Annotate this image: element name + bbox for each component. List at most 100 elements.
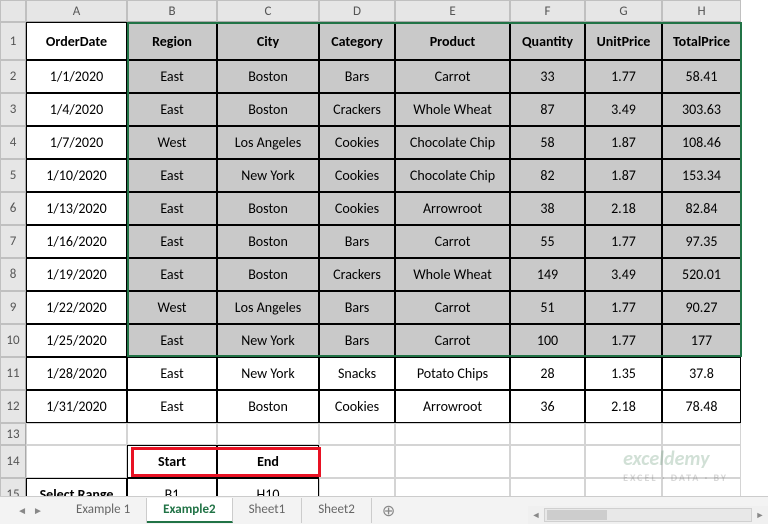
cell-F6[interactable]: 38 [510, 192, 585, 225]
cell-C9[interactable]: Los Angeles [217, 291, 319, 324]
sheet-tab-2[interactable]: Sheet1 [233, 498, 303, 523]
cell-A8[interactable]: 1/19/2020 [26, 258, 127, 291]
cell-G12[interactable]: 2.18 [585, 390, 662, 423]
cell-F8[interactable]: 149 [510, 258, 585, 291]
col-header-G[interactable]: G [585, 0, 662, 22]
header-cell-F[interactable]: Quantity [510, 22, 585, 60]
cell-B3[interactable]: East [127, 93, 217, 126]
row-header-1[interactable]: 1 [0, 22, 26, 60]
scroll-right-icon[interactable]: ► [752, 507, 768, 523]
cell-C12[interactable]: Boston [217, 390, 319, 423]
cell-C8[interactable]: Boston [217, 258, 319, 291]
row-header-14[interactable]: 14 [0, 445, 26, 478]
cell-C2[interactable]: Boston [217, 60, 319, 93]
cell-D8[interactable]: Crackers [319, 258, 395, 291]
row-header-11[interactable]: 11 [0, 357, 26, 390]
sheet-tab-3[interactable]: Sheet2 [302, 498, 372, 523]
col-header-F[interactable]: F [510, 0, 585, 22]
cell-H10[interactable]: 177 [662, 324, 741, 357]
cell-E5[interactable]: Chocolate Chip [395, 159, 510, 192]
cell-C10[interactable]: New York [217, 324, 319, 357]
cell-H2[interactable]: 58.41 [662, 60, 741, 93]
cell-B5[interactable]: East [127, 159, 217, 192]
cell-A6[interactable]: 1/13/2020 [26, 192, 127, 225]
cell-B4[interactable]: West [127, 126, 217, 159]
cell-H11[interactable]: 37.8 [662, 357, 741, 390]
col-header-H[interactable]: H [662, 0, 741, 22]
cell-B13[interactable] [127, 423, 217, 445]
cell-H7[interactable]: 97.35 [662, 225, 741, 258]
cell-C4[interactable]: Los Angeles [217, 126, 319, 159]
cell-D5[interactable]: Cookies [319, 159, 395, 192]
grid[interactable]: ABCDEFGH1OrderDateRegionCityCategoryProd… [0, 0, 768, 511]
header-cell-B[interactable]: Region [127, 22, 217, 60]
cell-A12[interactable]: 1/31/2020 [26, 390, 127, 423]
select-all-corner[interactable] [0, 0, 26, 22]
cell-H13[interactable] [662, 423, 741, 445]
cell-H12[interactable]: 78.48 [662, 390, 741, 423]
col-header-A[interactable]: A [26, 0, 127, 22]
row-header-12[interactable]: 12 [0, 390, 26, 423]
cell-E12[interactable]: Arrowroot [395, 390, 510, 423]
col-header-D[interactable]: D [319, 0, 395, 22]
cell-D4[interactable]: Cookies [319, 126, 395, 159]
cell-A10[interactable]: 1/25/2020 [26, 324, 127, 357]
row-header-10[interactable]: 10 [0, 324, 26, 357]
header-cell-G[interactable]: UnitPrice [585, 22, 662, 60]
cell-F11[interactable]: 28 [510, 357, 585, 390]
cell-A2[interactable]: 1/1/2020 [26, 60, 127, 93]
cell-E2[interactable]: Carrot [395, 60, 510, 93]
cell-G3[interactable]: 3.49 [585, 93, 662, 126]
cell-E4[interactable]: Chocolate Chip [395, 126, 510, 159]
cell-G13[interactable] [585, 423, 662, 445]
cell-H4[interactable]: 108.46 [662, 126, 741, 159]
cell-E8[interactable]: Whole Wheat [395, 258, 510, 291]
cell-G11[interactable]: 1.35 [585, 357, 662, 390]
cell-E11[interactable]: Potato Chips [395, 357, 510, 390]
row-header-2[interactable]: 2 [0, 60, 26, 93]
cell-B7[interactable]: East [127, 225, 217, 258]
cell-A11[interactable]: 1/28/2020 [26, 357, 127, 390]
cell-G4[interactable]: 1.87 [585, 126, 662, 159]
cell-H9[interactable]: 90.27 [662, 291, 741, 324]
cell-C3[interactable]: Boston [217, 93, 319, 126]
cell-B2[interactable]: East [127, 60, 217, 93]
header-cell-H[interactable]: TotalPrice [662, 22, 741, 60]
header-cell-C[interactable]: City [217, 22, 319, 60]
horizontal-scrollbar[interactable]: ◄ ► [528, 506, 768, 524]
cell-E10[interactable]: Carrot [395, 324, 510, 357]
cell-F7[interactable]: 55 [510, 225, 585, 258]
row-header-5[interactable]: 5 [0, 159, 26, 192]
cell-A4[interactable]: 1/7/2020 [26, 126, 127, 159]
header-cell-E[interactable]: Product [395, 22, 510, 60]
cell-F5[interactable]: 82 [510, 159, 585, 192]
row-header-8[interactable]: 8 [0, 258, 26, 291]
cell-D14[interactable] [319, 445, 395, 478]
cell-C11[interactable]: New York [217, 357, 319, 390]
col-header-E[interactable]: E [395, 0, 510, 22]
cell-D13[interactable] [319, 423, 395, 445]
cell-D10[interactable]: Bars [319, 324, 395, 357]
cell-B12[interactable]: East [127, 390, 217, 423]
cell-A9[interactable]: 1/22/2020 [26, 291, 127, 324]
row-header-4[interactable]: 4 [0, 126, 26, 159]
cell-H3[interactable]: 303.63 [662, 93, 741, 126]
cell-F10[interactable]: 100 [510, 324, 585, 357]
add-sheet-button[interactable]: ⊕ [372, 497, 405, 524]
cell-F14[interactable] [510, 445, 585, 478]
cell-D6[interactable]: Cookies [319, 192, 395, 225]
cell-D9[interactable]: Bars [319, 291, 395, 324]
cell-H14[interactable] [662, 445, 741, 478]
cell-C13[interactable] [217, 423, 319, 445]
cell-A13[interactable] [26, 423, 127, 445]
row-header-3[interactable]: 3 [0, 93, 26, 126]
cell-D11[interactable]: Snacks [319, 357, 395, 390]
cell-F13[interactable] [510, 423, 585, 445]
cell-E3[interactable]: Whole Wheat [395, 93, 510, 126]
cell-C5[interactable]: New York [217, 159, 319, 192]
cell-G9[interactable]: 1.77 [585, 291, 662, 324]
cell-D12[interactable]: Cookies [319, 390, 395, 423]
cell-C7[interactable]: Boston [217, 225, 319, 258]
sheet-tab-1[interactable]: Example2 [147, 498, 232, 523]
header-cell-D[interactable]: Category [319, 22, 395, 60]
